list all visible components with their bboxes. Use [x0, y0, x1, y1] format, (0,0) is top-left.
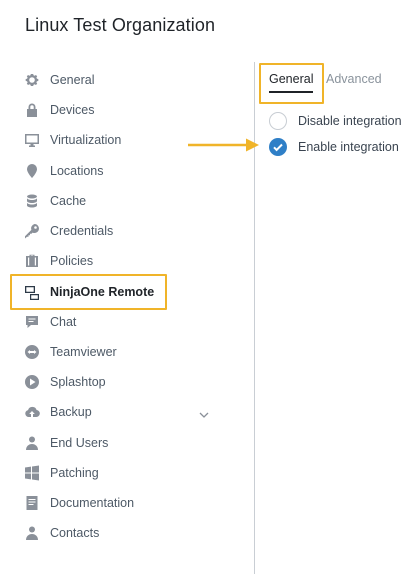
- sidebar-item-label: Policies: [50, 254, 94, 268]
- sidebar-item-cache[interactable]: Cache: [24, 189, 224, 213]
- teamviewer-icon: [24, 344, 40, 360]
- sidebar-item-label: Credentials: [50, 224, 114, 238]
- sidebar-item-locations[interactable]: Locations: [24, 159, 224, 183]
- radio-checked[interactable]: [269, 138, 287, 156]
- sidebar-item-documentation[interactable]: Documentation: [24, 491, 224, 515]
- sidebar-item-splashtop[interactable]: Splashtop: [24, 370, 224, 394]
- sidebar-item-backup[interactable]: Backup: [24, 400, 224, 424]
- sidebar-item-label: Devices: [50, 103, 95, 117]
- tab-advanced[interactable]: Advanced: [326, 72, 382, 86]
- chat-icon: [24, 314, 40, 330]
- cloud-upload-icon: [24, 404, 40, 420]
- map-pin-icon: [24, 163, 40, 179]
- sidebar-item-general[interactable]: General: [24, 68, 224, 92]
- sidebar-item-label: Locations: [50, 164, 104, 178]
- sidebar-item-end-users[interactable]: End Users: [24, 431, 224, 455]
- page-title: Linux Test Organization: [25, 15, 216, 35]
- checkmark-icon: [273, 143, 283, 152]
- radio-label: Disable integration: [298, 114, 402, 128]
- sidebar-item-policies[interactable]: Policies: [24, 249, 224, 273]
- sidebar-item-label: Cache: [50, 194, 87, 208]
- sidebar-item-devices[interactable]: Devices: [24, 98, 224, 122]
- gear-icon: [24, 72, 40, 88]
- radio-label: Enable integration: [298, 140, 399, 154]
- sidebar-item-credentials[interactable]: Credentials: [24, 219, 224, 243]
- sidebar-item-label: Documentation: [50, 496, 135, 510]
- sidebar-item-label: Splashtop: [50, 375, 106, 389]
- sidebar-item-label: Virtualization: [50, 133, 122, 147]
- sidebar-item-chat[interactable]: Chat: [24, 310, 224, 334]
- briefcase-icon: [24, 253, 40, 269]
- sidebar-item-label: End Users: [50, 436, 109, 450]
- sidebar-item-patching[interactable]: Patching: [24, 461, 224, 485]
- document-icon: [24, 495, 40, 511]
- sidebar-item-label: Contacts: [50, 526, 100, 540]
- user-icon: [24, 435, 40, 451]
- highlight-box-general-tab: [259, 63, 324, 104]
- sidebar-item-teamviewer[interactable]: Teamviewer: [24, 340, 224, 364]
- monitor-icon: [24, 132, 40, 148]
- highlight-box-ninjaone-remote: [10, 274, 167, 310]
- sidebar-item-label: General: [50, 73, 95, 87]
- radio-option-enable-integration[interactable]: Enable integration: [269, 137, 399, 157]
- lock-icon: [24, 102, 40, 118]
- key-icon: [24, 223, 40, 239]
- annotation-arrow-icon: [188, 138, 259, 152]
- database-icon: [24, 193, 40, 209]
- sidebar-item-label: Backup: [50, 405, 92, 419]
- sidebar-item-label: Chat: [50, 315, 77, 329]
- sidebar-item-contacts[interactable]: Contacts: [24, 521, 224, 545]
- windows-icon: [24, 465, 40, 481]
- radio-unchecked[interactable]: [269, 112, 287, 130]
- user-icon: [24, 525, 40, 541]
- sidebar-item-label: Patching: [50, 466, 99, 480]
- sidebar-item-label: Teamviewer: [50, 345, 117, 359]
- chevron-down-icon[interactable]: [198, 409, 210, 421]
- radio-option-disable-integration[interactable]: Disable integration: [269, 111, 402, 131]
- splashtop-icon: [24, 374, 40, 390]
